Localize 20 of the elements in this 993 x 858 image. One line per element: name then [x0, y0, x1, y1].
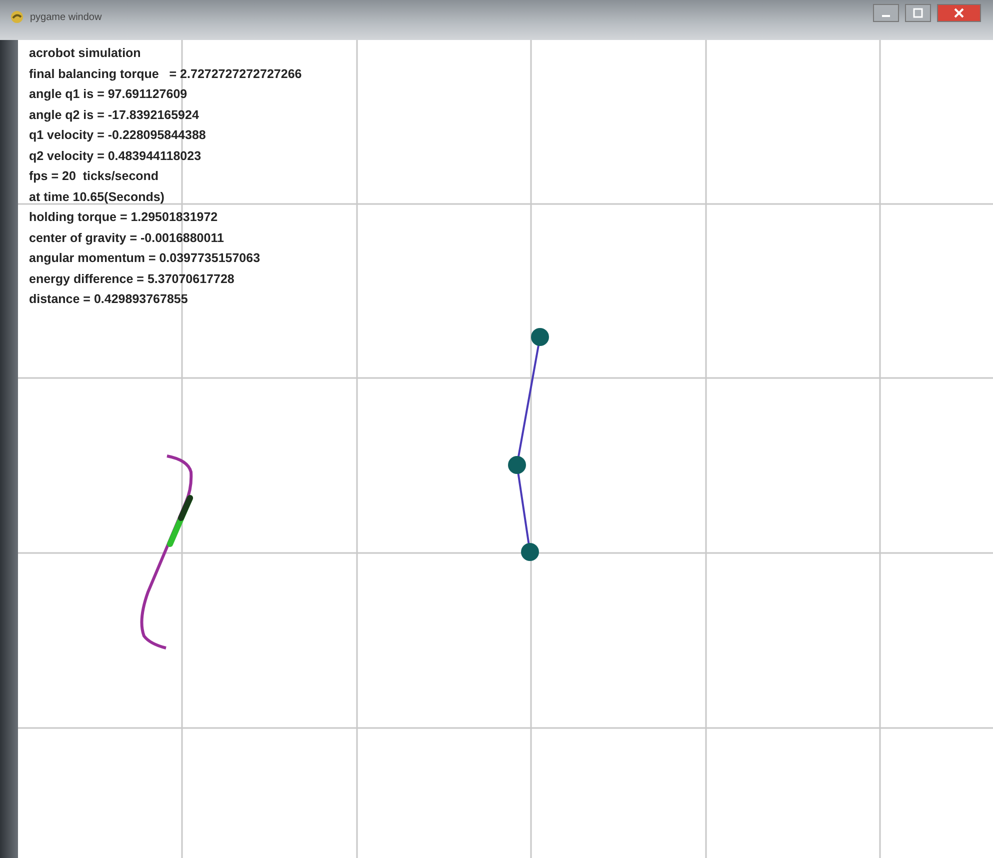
readout-text: acrobot simulation	[29, 45, 141, 62]
readout-text: angular momentum = 0.0397735157063	[29, 250, 260, 267]
readout-text: angle q2 is = -17.8392165924	[29, 106, 199, 124]
readout-text: final balancing torque = 2.7272727272727266	[29, 66, 302, 83]
readout-text: holding torque = 1.29501831972	[29, 209, 218, 226]
window-title: pygame window	[30, 12, 102, 22]
close-icon	[954, 8, 964, 18]
readout-text: distance = 0.429893767855	[29, 291, 188, 308]
minimize-icon	[882, 15, 890, 17]
readout-text: q2 velocity = 0.483944118023	[29, 148, 202, 165]
minimize-button[interactable]	[873, 4, 899, 22]
readout-text: at time 10.65(Seconds)	[29, 188, 164, 206]
close-button[interactable]	[937, 4, 981, 22]
readout-text: center of gravity = -0.0016880011	[29, 230, 224, 247]
readout-text: energy difference = 5.37070617728	[29, 270, 234, 288]
readout-text: q1 velocity = -0.228095844388	[29, 127, 206, 144]
maximize-button[interactable]	[905, 4, 931, 22]
readout-text: angle q1 is = 97.691127609	[29, 86, 188, 103]
maximize-icon	[913, 8, 923, 18]
readout-text: fps = 20 ticks/second	[29, 168, 159, 185]
